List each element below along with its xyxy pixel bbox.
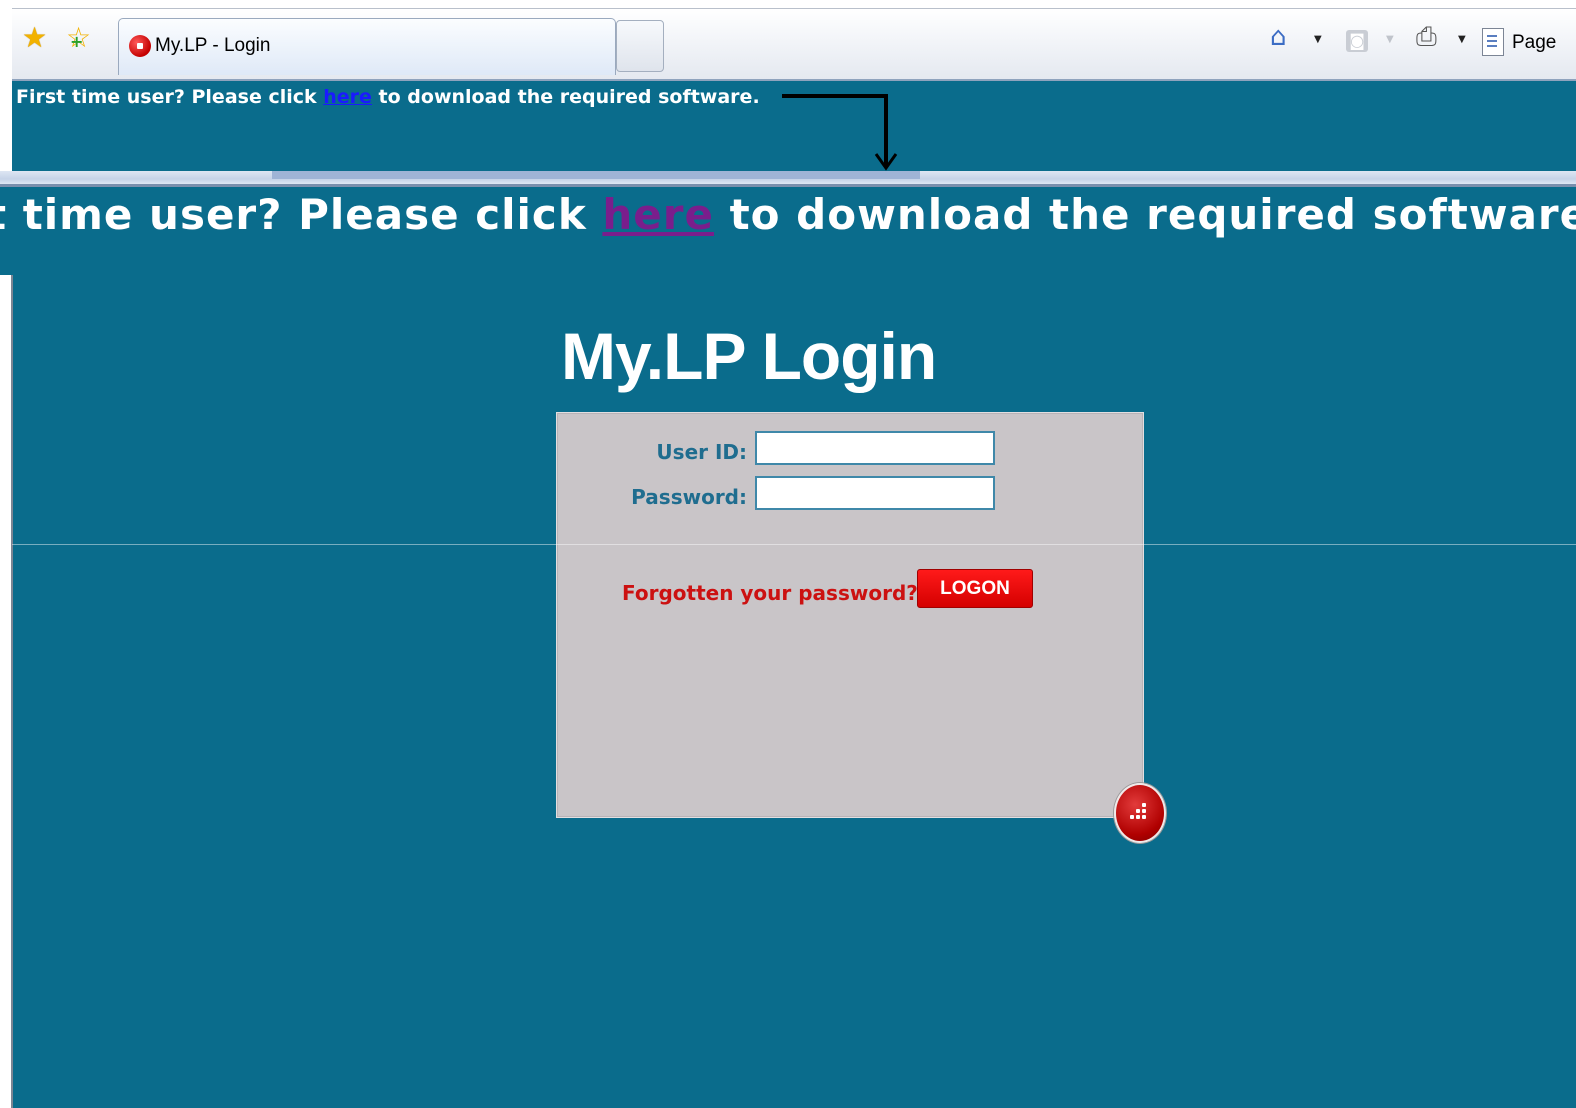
home-icon[interactable]: ⌂ xyxy=(1270,24,1287,50)
logon-button[interactable]: LOGON xyxy=(917,569,1033,608)
login-panel xyxy=(556,412,1144,818)
user-id-input[interactable] xyxy=(755,431,995,465)
page-icon[interactable] xyxy=(1482,28,1504,56)
rss-feed-icon[interactable]: ◙ xyxy=(1346,30,1368,52)
zoomed-notice-prefix: t time user? Please click xyxy=(0,190,603,239)
home-dropdown-icon[interactable]: ▼ xyxy=(1314,34,1322,45)
download-notice: First time user? Please click here to do… xyxy=(16,86,760,108)
new-tab-button[interactable] xyxy=(616,20,664,72)
zoom-highlight xyxy=(272,171,920,179)
password-input[interactable] xyxy=(755,476,995,510)
left-window-frame xyxy=(0,275,13,1108)
screenshot: ★ ☆ + My.LP - Login ⌂ ▼ ◙ ▼ ⎙ ▼ Page Firs… xyxy=(0,0,1576,1108)
notice-prefix: First time user? Please click xyxy=(16,86,324,108)
logo-dots xyxy=(1130,803,1150,823)
add-favorites-icon[interactable]: ☆ + xyxy=(66,24,91,52)
favorites-star-icon[interactable]: ★ xyxy=(22,24,47,52)
download-link[interactable]: here xyxy=(323,86,372,108)
print-dropdown-icon[interactable]: ▼ xyxy=(1458,34,1466,45)
feeds-dropdown-icon[interactable]: ▼ xyxy=(1386,34,1394,45)
zoom-separator xyxy=(0,171,1576,187)
browser-tab-active[interactable]: My.LP - Login xyxy=(118,18,616,75)
site-favicon-icon xyxy=(129,35,151,57)
password-label: Password: xyxy=(631,485,747,509)
zoomed-download-link[interactable]: here xyxy=(602,190,714,239)
login-title: My.LP Login xyxy=(561,319,937,393)
left-frame-gap xyxy=(0,268,13,275)
print-icon[interactable]: ⎙ xyxy=(1416,24,1437,50)
notice-suffix: to download the required software. xyxy=(371,86,760,108)
lp-logo-icon xyxy=(1114,783,1166,843)
page-menu-button[interactable]: Page xyxy=(1512,32,1556,54)
forgot-password-link[interactable]: Forgotten your password? xyxy=(622,581,918,605)
user-id-label: User ID: xyxy=(656,440,747,464)
callout-arrow-icon xyxy=(782,94,898,171)
zoomed-download-notice: t time user? Please click here to downlo… xyxy=(0,190,1576,239)
zoomed-notice-suffix: to download the required software. xyxy=(713,190,1576,239)
tab-title: My.LP - Login xyxy=(155,35,271,56)
page-guide-line xyxy=(12,544,1576,545)
